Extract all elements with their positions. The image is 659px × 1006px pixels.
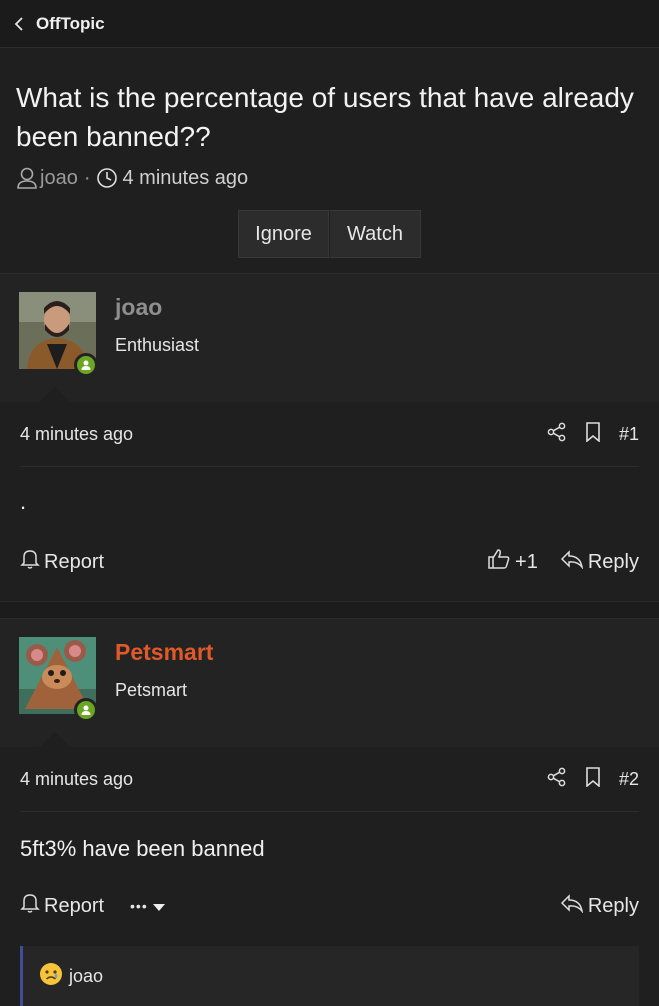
thread-meta: joao · 4 minutes ago — [16, 166, 643, 190]
post-user-block: joao Enthusiast — [0, 274, 659, 403]
post-content: . — [20, 489, 27, 514]
clock-icon — [96, 167, 118, 189]
top-bar: OffTopic — [0, 0, 659, 48]
report-label: Report — [44, 550, 105, 573]
post-number[interactable]: #2 — [619, 769, 639, 790]
sad-emoji-icon — [39, 962, 63, 991]
post-username[interactable]: joao — [115, 294, 199, 321]
reply-button[interactable]: Reply — [560, 549, 639, 575]
more-label: ••• — [130, 898, 148, 914]
reaction-user[interactable]: joao — [69, 966, 103, 987]
post-arrow — [39, 387, 71, 403]
post-arrow — [39, 732, 71, 748]
user-icon — [16, 166, 38, 190]
post-time[interactable]: 4 minutes ago — [20, 769, 133, 790]
more-options-button[interactable]: ••• — [130, 895, 166, 918]
bookmark-icon[interactable] — [585, 766, 601, 792]
post-time[interactable]: 4 minutes ago — [20, 424, 133, 445]
post-content: 5ft3% have been banned — [20, 836, 265, 861]
share-icon[interactable] — [547, 422, 567, 447]
post-actions: Report ••• Reply — [20, 886, 639, 926]
thread-header: What is the percentage of users that hav… — [0, 48, 659, 274]
post-meta: 4 minutes ago #1 — [20, 402, 639, 467]
like-count: +1 — [515, 550, 538, 573]
post-user-block: Petsmart Petsmart — [0, 619, 659, 748]
bookmark-icon[interactable] — [585, 421, 601, 447]
post-user-title: Petsmart — [115, 680, 188, 700]
report-label: Report — [44, 894, 105, 917]
avatar[interactable] — [19, 637, 98, 722]
post-actions: Report +1 Reply — [20, 537, 639, 587]
post-1: joao Enthusiast 4 minutes ago #1 . Repor… — [0, 274, 659, 587]
reply-icon — [560, 893, 584, 919]
online-badge-icon — [74, 698, 98, 722]
caret-down-icon — [152, 895, 166, 918]
thread-author[interactable]: joao — [40, 167, 78, 190]
reply-button[interactable]: Reply — [560, 893, 639, 919]
reply-label: Reply — [587, 894, 639, 917]
report-button[interactable]: Report — [20, 548, 104, 576]
post-username[interactable]: Petsmart — [115, 639, 213, 666]
meta-separator: · — [83, 166, 91, 189]
bell-icon — [20, 892, 40, 920]
thread-time[interactable]: 4 minutes ago — [122, 167, 248, 190]
post-2: Petsmart Petsmart 4 minutes ago #2 5ft3%… — [0, 619, 659, 1006]
report-button[interactable]: Report — [20, 892, 104, 920]
post-user-title: Enthusiast — [115, 335, 200, 355]
breadcrumb-offtopic[interactable]: OffTopic — [36, 14, 105, 34]
bell-icon — [20, 548, 40, 576]
post-number[interactable]: #1 — [619, 424, 639, 445]
ignore-button[interactable]: Ignore — [238, 210, 329, 258]
online-badge-icon — [74, 353, 98, 377]
post-separator — [0, 601, 659, 619]
watch-button[interactable]: Watch — [329, 210, 421, 258]
post-meta: 4 minutes ago #2 — [20, 747, 639, 812]
thumbs-up-icon — [487, 548, 511, 576]
reply-label: Reply — [587, 550, 639, 573]
like-button[interactable]: +1 — [487, 548, 538, 576]
reaction-summary[interactable]: joao — [20, 946, 639, 1006]
reply-icon — [560, 549, 584, 575]
thread-title: What is the percentage of users that hav… — [16, 82, 634, 152]
thread-actions: Ignore Watch — [16, 210, 643, 258]
chevron-left-icon[interactable] — [14, 16, 30, 32]
avatar[interactable] — [19, 292, 98, 377]
share-icon[interactable] — [547, 767, 567, 792]
